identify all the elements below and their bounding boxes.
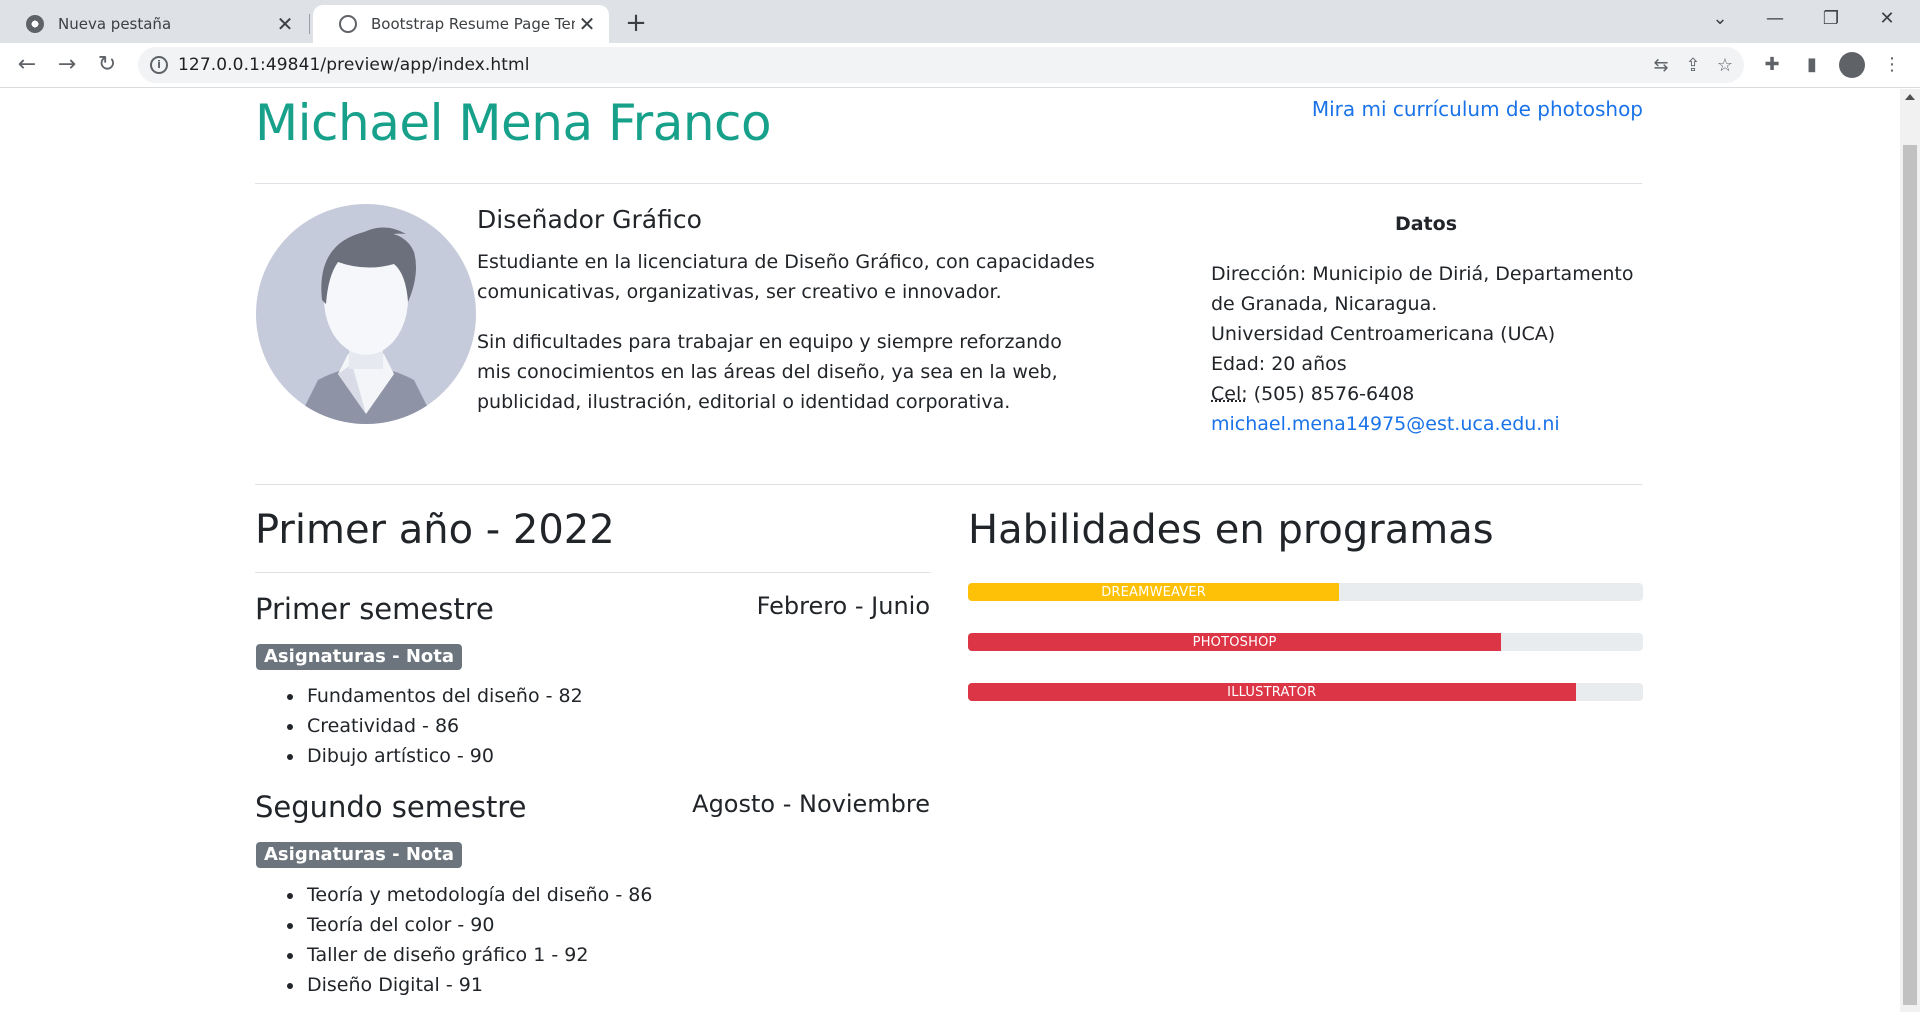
extensions-icon[interactable]: ✚ [1758, 51, 1786, 79]
skill-bar-dreamweaver: DREAMWEAVER [968, 583, 1643, 601]
semester-range: Agosto - Noviembre [692, 790, 930, 818]
skill-bar-fill: DREAMWEAVER [968, 583, 1340, 601]
skills-heading: Habilidades en programas [968, 507, 1494, 553]
menu-kebab-icon[interactable]: ⋮ [1878, 51, 1906, 79]
skill-bar-fill: ILLUSTRATOR [968, 683, 1576, 701]
tab-search-icon[interactable]: ⌄ [1692, 0, 1748, 40]
side-panel-icon[interactable]: ▮ [1798, 51, 1826, 79]
subject-list: Teoría y metodología del diseño - 86 Teo… [305, 880, 652, 1000]
subjects-badge: Asignaturas - Nota [256, 644, 463, 670]
tab-resume[interactable]: Bootstrap Resume Page Template ✕ [313, 5, 609, 43]
tab-strip: Nueva pestaña ✕ Bootstrap Resume Page Te… [0, 0, 1920, 43]
datos-block: Dirección: Municipio de Diriá, Departame… [1211, 259, 1651, 439]
avatar [256, 204, 476, 424]
list-item: Fundamentos del diseño - 82 [305, 681, 583, 711]
address-text: Dirección: Municipio de Diriá, Departame… [1211, 263, 1634, 315]
divider [255, 572, 931, 573]
tab-label: Nueva pestaña [58, 15, 172, 33]
list-item: Dibujo artístico - 90 [305, 741, 583, 771]
phone-label: Cel: [1211, 383, 1248, 405]
restore-icon[interactable]: ❐ [1803, 0, 1859, 40]
minimize-icon[interactable]: — [1747, 0, 1803, 40]
tab-label: Bootstrap Resume Page Template [371, 15, 575, 33]
vertical-scrollbar[interactable] [1900, 89, 1920, 1012]
list-item: Taller de diseño gráfico 1 - 92 [305, 940, 652, 970]
scrollbar-thumb[interactable] [1903, 145, 1917, 1005]
window-close-icon[interactable]: ✕ [1859, 0, 1915, 40]
url-text[interactable]: 127.0.0.1:49841/preview/app/index.html [178, 55, 530, 75]
skill-label: DREAMWEAVER [1101, 584, 1207, 600]
age-text: Edad: 20 años [1211, 353, 1347, 375]
tab-nueva-pestana[interactable]: Nueva pestaña ✕ [0, 5, 307, 43]
subjects-badge: Asignaturas - Nota [256, 842, 463, 868]
list-item: Creatividad - 86 [305, 711, 583, 741]
university-text: Universidad Centroamericana (UCA) [1211, 323, 1556, 345]
year-heading: Primer año - 2022 [255, 507, 615, 553]
skill-label: ILLUSTRATOR [1227, 684, 1317, 700]
semester-range: Febrero - Junio [756, 592, 930, 620]
profile-paragraph: Estudiante en la licenciatura de Diseño … [477, 251, 1095, 303]
globe-icon [339, 15, 357, 33]
list-item: Diseño Digital - 91 [305, 970, 652, 1000]
semester-title: Segundo semestre [255, 790, 527, 824]
close-icon[interactable]: ✕ [575, 12, 599, 36]
photoshop-resume-link[interactable]: Mira mi currículum de photoshop [1312, 97, 1643, 121]
semester-title: Primer semestre [255, 592, 494, 626]
close-icon[interactable]: ✕ [273, 12, 297, 36]
role-title: Diseñador Gráfico [477, 205, 702, 234]
skill-label: PHOTOSHOP [1192, 634, 1277, 650]
divider [255, 484, 1642, 485]
info-icon[interactable]: i [150, 56, 168, 74]
profile-paragraph: Sin dificultades para trabajar en equipo… [477, 331, 1062, 413]
phone-line: Cel: (505) 8576-6408 [1211, 379, 1651, 409]
skill-bar-photoshop: PHOTOSHOP [968, 633, 1643, 651]
address-bar[interactable]: i 127.0.0.1:49841/preview/app/index.html… [138, 47, 1744, 83]
reload-icon[interactable]: ↻ [92, 50, 122, 80]
back-icon[interactable]: ← [12, 50, 42, 80]
email-link[interactable]: michael.mena14975@est.uca.edu.ni [1211, 413, 1560, 435]
translate-icon[interactable]: ⇆ [1650, 55, 1672, 77]
page-content: Michael Mena Franco Mira mi currículum d… [0, 89, 1900, 1012]
skill-bar-illustrator: ILLUSTRATOR [968, 683, 1643, 701]
new-tab-button[interactable]: + [620, 8, 652, 40]
datos-heading: Datos [1394, 213, 1458, 235]
bookmark-star-icon[interactable]: ☆ [1714, 55, 1736, 77]
skill-bar-fill: PHOTOSHOP [968, 633, 1502, 651]
share-icon[interactable]: ⇪ [1682, 55, 1704, 77]
list-item: Teoría del color - 90 [305, 910, 652, 940]
scroll-up-icon[interactable] [1905, 94, 1915, 100]
chrome-icon [26, 15, 44, 33]
tab-separator [309, 14, 310, 34]
forward-icon[interactable]: → [52, 50, 82, 80]
phone-number: (505) 8576-6408 [1247, 383, 1415, 405]
list-item: Teoría y metodología del diseño - 86 [305, 880, 652, 910]
divider [255, 183, 1642, 184]
page-title: Michael Mena Franco [255, 94, 772, 152]
browser-toolbar: ← → ↻ i 127.0.0.1:49841/preview/app/inde… [0, 43, 1920, 88]
profile-icon[interactable] [1838, 51, 1866, 79]
subject-list: Fundamentos del diseño - 82 Creatividad … [305, 681, 583, 771]
